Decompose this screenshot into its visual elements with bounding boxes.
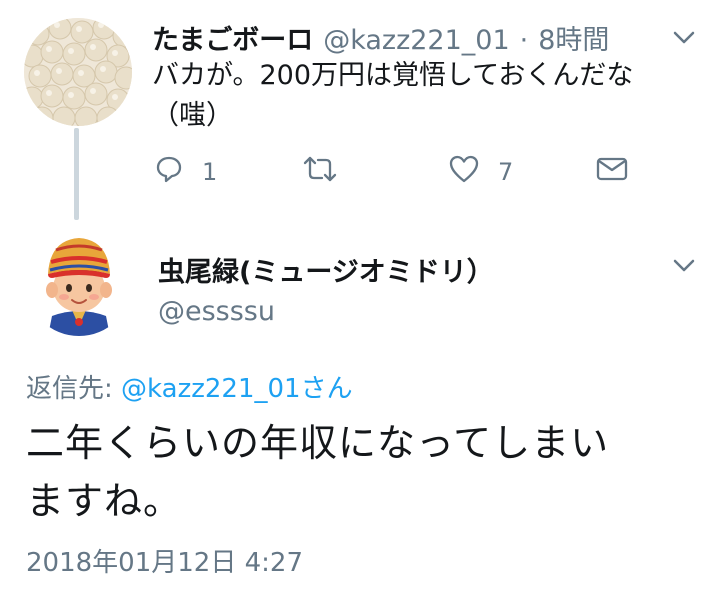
avatar[interactable]	[24, 18, 132, 126]
reply-mention-link[interactable]: @kazz221_01さん	[121, 374, 353, 404]
display-name[interactable]: たまごボーロ	[152, 18, 313, 57]
tweet-text-line: ますね。	[26, 479, 183, 523]
user-handle[interactable]: @essssu	[158, 296, 275, 327]
dm-action[interactable]	[596, 156, 628, 188]
tweet1-header: たまごボーロ @kazz221_01 · 8時間	[152, 18, 609, 57]
display-name[interactable]: 虫尾緑(ミュージオミドリ）	[158, 250, 494, 289]
cartoon-boy-avatar-image	[26, 230, 132, 336]
tweet-timestamp[interactable]: 2018年01月12日 4:27	[26, 542, 303, 579]
tweet-text-line: バカが。200万円は覚悟しておくんだな	[152, 60, 634, 91]
reply-action[interactable]: 1	[154, 154, 217, 190]
separator-dot: ·	[519, 25, 529, 56]
reply-context: 返信先: @kazz221_01さん	[26, 368, 353, 405]
retweet-action[interactable]	[302, 154, 338, 190]
reply-prefix: 返信先:	[26, 374, 122, 404]
user-handle[interactable]: @kazz221_01	[323, 25, 509, 56]
like-action[interactable]: 7	[448, 154, 513, 190]
reply-count: 1	[202, 158, 218, 186]
chevron-down-icon[interactable]	[672, 258, 696, 274]
chevron-down-icon[interactable]	[672, 30, 696, 46]
thread-connector-line	[74, 128, 79, 220]
retweet-icon[interactable]	[302, 154, 338, 190]
avatar[interactable]	[26, 230, 132, 336]
tweet-text: 二年くらいの年収になってしまい ますね。	[26, 414, 706, 530]
mail-icon[interactable]	[596, 156, 628, 188]
heart-icon[interactable]	[448, 154, 480, 190]
tamago-boro-avatar-image	[24, 18, 132, 126]
tweet-text-line: （嗤）	[152, 100, 233, 131]
tweet-text-line: 二年くらいの年収になってしまい	[26, 421, 610, 465]
like-count: 7	[498, 158, 514, 186]
reply-icon[interactable]	[154, 154, 184, 190]
tweet-text: バカが。200万円は覚悟しておくんだな （嗤）	[152, 56, 692, 136]
tweet-time[interactable]: 8時間	[538, 18, 609, 57]
